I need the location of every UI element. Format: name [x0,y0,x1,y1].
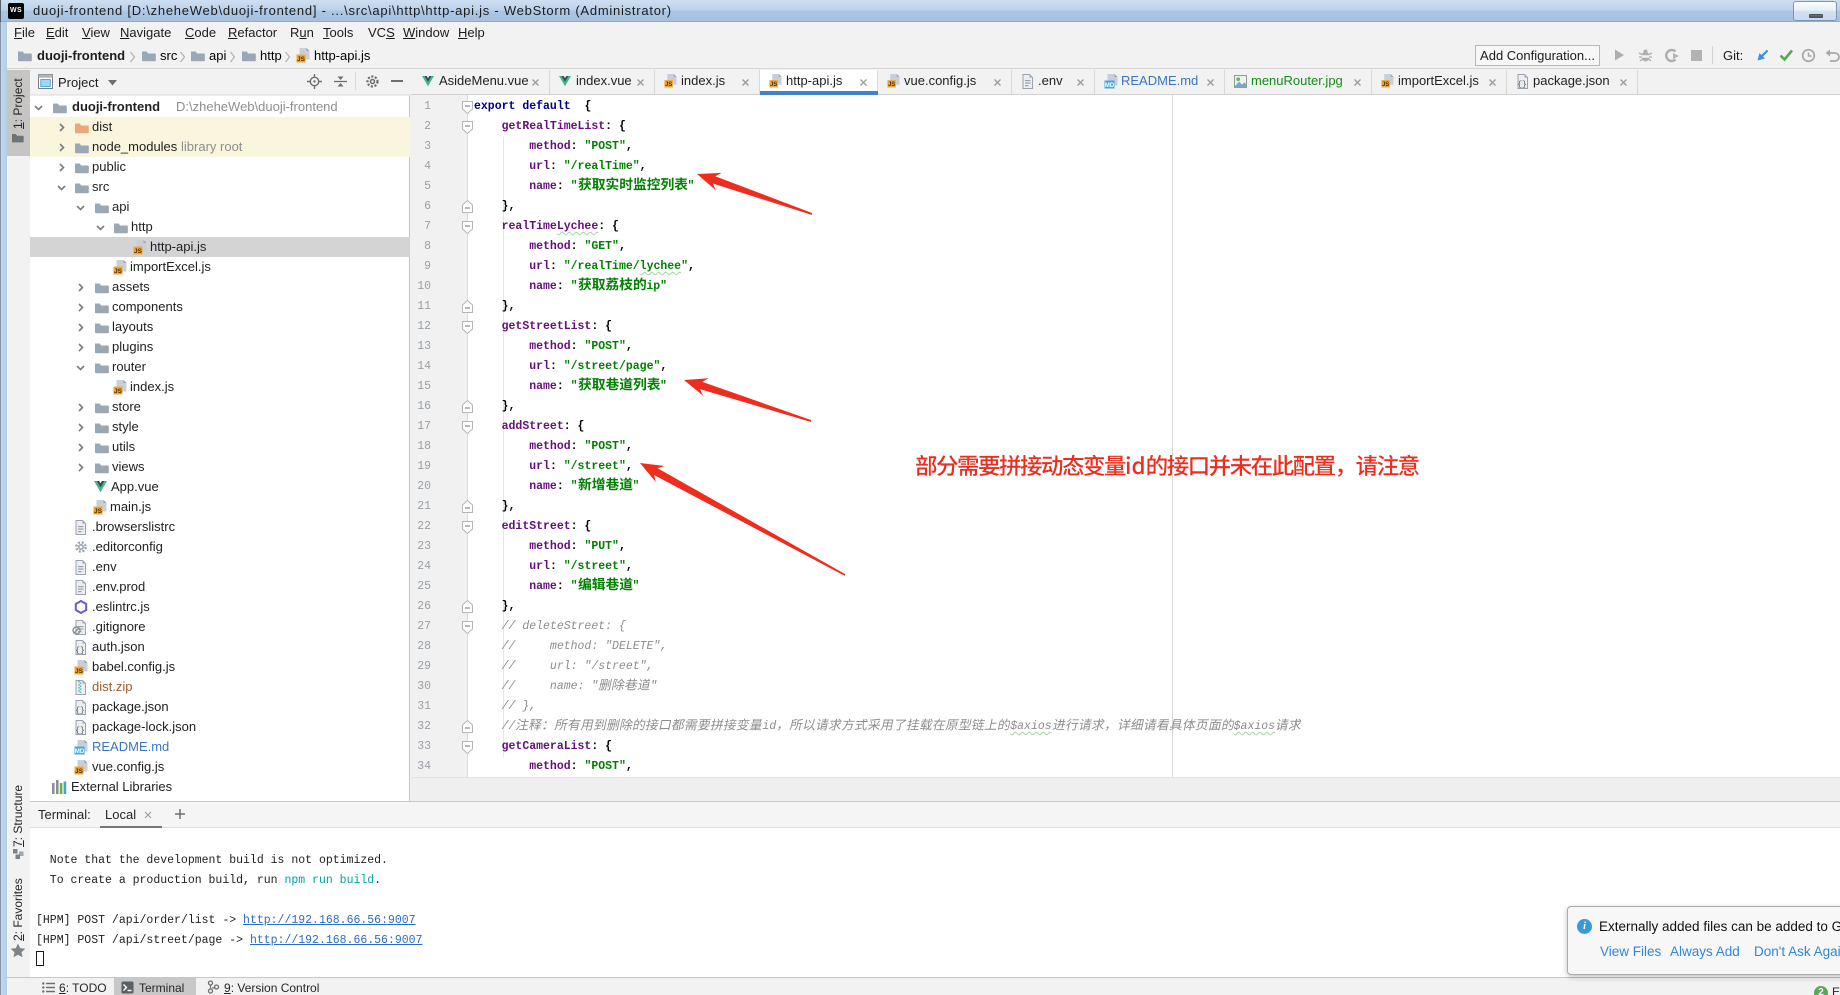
svg-text:MD: MD [1105,83,1115,89]
svg-text:JS: JS [770,82,777,88]
svg-text:JS: JS [134,248,143,255]
svg-text:JS: JS [114,268,123,275]
svg-text:JS: JS [888,82,895,88]
svg-text:{}: {} [75,707,85,716]
svg-text:{}: {} [75,727,85,736]
svg-text:JS: JS [114,388,123,395]
svg-text:JS: JS [94,508,103,515]
svg-text:JS: JS [75,768,84,775]
svg-text:MD: MD [75,749,85,755]
svg-text:JS: JS [665,82,672,88]
svg-text:{}: {} [75,647,85,656]
svg-text:JS: JS [75,668,84,675]
svg-text:{}: {} [1517,81,1527,90]
svg-text:JS: JS [297,56,306,63]
svg-text:JS: JS [1382,82,1389,88]
